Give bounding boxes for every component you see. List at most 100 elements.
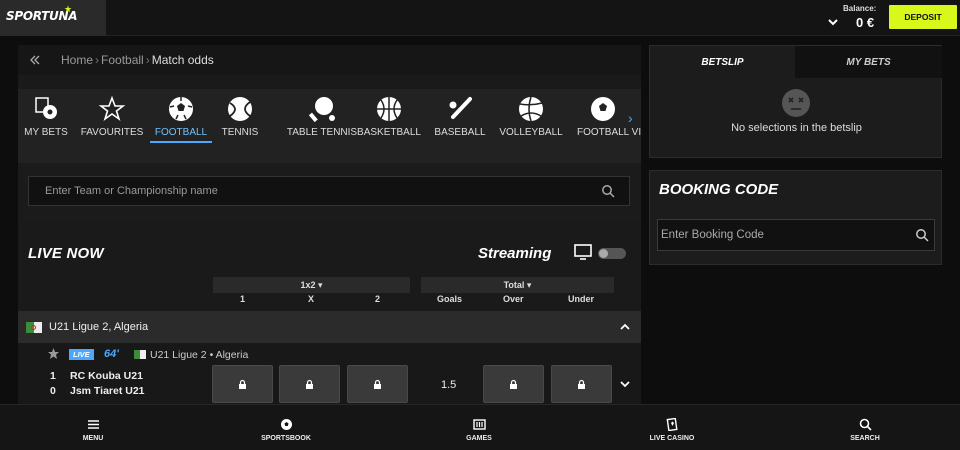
col-header-2: 2 [375, 294, 381, 304]
nav-label: SPORTSBOOK [261, 435, 311, 442]
odd-button-1[interactable] [212, 365, 273, 403]
odd-button-under[interactable] [551, 365, 612, 403]
breadcrumb: Home › Football › Match odds [18, 45, 641, 75]
market-total-label: Total [503, 280, 525, 290]
lock-icon [239, 379, 246, 389]
away-score: 0 [50, 385, 56, 397]
match-minute: 64' [104, 348, 119, 360]
breadcrumb-separator: › [145, 53, 150, 67]
football-icon [591, 97, 615, 121]
breadcrumb-football[interactable]: Football [101, 53, 144, 67]
toggle-knob [599, 249, 608, 258]
chevron-up-icon[interactable] [619, 321, 631, 333]
hamburger-icon [87, 420, 99, 429]
category-label: BASKETBALL [357, 127, 421, 138]
balance-value: 0 € [856, 15, 875, 30]
booking-code-input[interactable] [657, 219, 935, 251]
nav-label: MENU [82, 435, 104, 442]
scroll-right-icon[interactable]: › [628, 110, 633, 126]
betslip-panel: BETSLIP MY BETS No selections in the bet… [649, 45, 942, 158]
nav-menu[interactable]: MENU [73, 405, 113, 450]
favourite-star-icon[interactable] [47, 347, 60, 360]
goals-line: 1.5 [441, 379, 457, 391]
star-icon [98, 95, 126, 122]
match-league: U21 Ligue 2 • Algeria [150, 349, 248, 361]
search-icon [859, 418, 872, 431]
nav-live-casino[interactable]: LIVE CASINO [642, 405, 702, 450]
logo[interactable]: SPORTUNA ★ [0, 0, 106, 36]
league-header[interactable]: U21 Ligue 2, Algeria [18, 311, 641, 343]
odd-button-over[interactable] [483, 365, 544, 403]
col-header-x: X [308, 294, 315, 304]
category-label: BASEBALL [434, 127, 486, 138]
double-chevron-left-icon[interactable] [28, 53, 42, 67]
baseball-icon [449, 97, 472, 119]
category-label: FOOTBALL VI [577, 127, 642, 138]
chevron-down-icon[interactable] [619, 378, 631, 390]
breadcrumb-separator: › [95, 53, 100, 67]
nav-search[interactable]: SEARCH [845, 405, 885, 450]
category-label: FOOTBALL [154, 127, 208, 138]
search-section [18, 163, 641, 221]
basketball-icon [377, 97, 401, 121]
category-label: TABLE TENNIS [286, 127, 358, 138]
category-label: FAVOURITES [80, 127, 144, 138]
col-header-under: Under [568, 294, 595, 304]
odd-button-2[interactable] [347, 365, 408, 403]
chevron-down-icon[interactable] [826, 15, 840, 29]
home-team[interactable]: RC Kouba U21 [70, 370, 143, 382]
app-root: SPORTUNA ★ Balance: 0 € DEPOSIT Home › F… [0, 0, 960, 450]
tv-icon [574, 244, 592, 260]
algeria-flag-icon [134, 350, 146, 359]
market-header-total[interactable]: Total ▾ [421, 277, 614, 293]
category-label: VOLLEYBALL [499, 127, 563, 138]
col-header-goals: Goals [437, 294, 463, 304]
streaming-toggle[interactable] [598, 248, 626, 259]
breadcrumb-home[interactable]: Home [61, 53, 93, 67]
match-league-name: U21 Ligue 2 [150, 349, 207, 361]
search-icon[interactable] [915, 228, 929, 242]
market-1x2-label: 1x2 [300, 280, 316, 290]
nav-label: SEARCH [850, 435, 880, 442]
booking-code-panel: BOOKING CODE [649, 170, 942, 265]
lock-icon [306, 379, 313, 389]
col-header-over: Over [503, 294, 524, 304]
lock-icon [510, 379, 517, 389]
live-now-title: LIVE NOW [28, 245, 104, 262]
away-team[interactable]: Jsm Tiaret U21 [70, 385, 145, 397]
odd-button-x[interactable] [279, 365, 340, 403]
streaming-label: Streaming [478, 245, 552, 262]
nav-label: LIVE CASINO [649, 435, 695, 442]
table-tennis-icon [308, 97, 335, 123]
search-icon[interactable] [601, 184, 615, 198]
category-football[interactable]: FOOTBALL [150, 89, 212, 143]
match-row: LIVE 64' U21 Ligue 2 • Algeria 1 RC Koub… [18, 343, 641, 405]
slot-machine-icon [472, 419, 486, 430]
deposit-button[interactable]: DEPOSIT [889, 5, 957, 29]
cards-icon [666, 418, 678, 431]
breadcrumb-current: Match odds [151, 53, 214, 67]
main-panel: Home › Football › Match odds MY BETS FAV… [18, 45, 641, 405]
live-badge: LIVE [69, 349, 94, 360]
football-icon [169, 97, 193, 121]
balance-label: Balance: [843, 4, 877, 13]
market-header-1x2[interactable]: 1x2 ▾ [213, 277, 410, 293]
league-name: U21 Ligue 2, Algeria [49, 321, 149, 333]
category-label: TENNIS [221, 127, 259, 138]
match-league-separator: • [209, 349, 214, 361]
search-input[interactable] [28, 176, 630, 206]
dead-face-icon [782, 89, 810, 117]
betslip-empty-text: No selections in the betslip [731, 122, 862, 134]
booking-code-title: BOOKING CODE [659, 181, 779, 198]
logo-star-icon: ★ [64, 4, 73, 14]
tab-betslip[interactable]: BETSLIP [650, 46, 795, 78]
algeria-flag-icon [26, 321, 42, 333]
bottom-navigation: MENU SPORTSBOOK GAMES LIVE CASINO SEARCH [0, 404, 960, 450]
tab-my-bets[interactable]: MY BETS [795, 46, 942, 78]
nav-sportsbook[interactable]: SPORTSBOOK [256, 405, 316, 450]
my-bets-icon [35, 97, 57, 119]
category-label: MY BETS [24, 127, 68, 138]
nav-games[interactable]: GAMES [459, 405, 499, 450]
match-country: Algeria [215, 349, 249, 361]
nav-label: GAMES [466, 435, 492, 442]
